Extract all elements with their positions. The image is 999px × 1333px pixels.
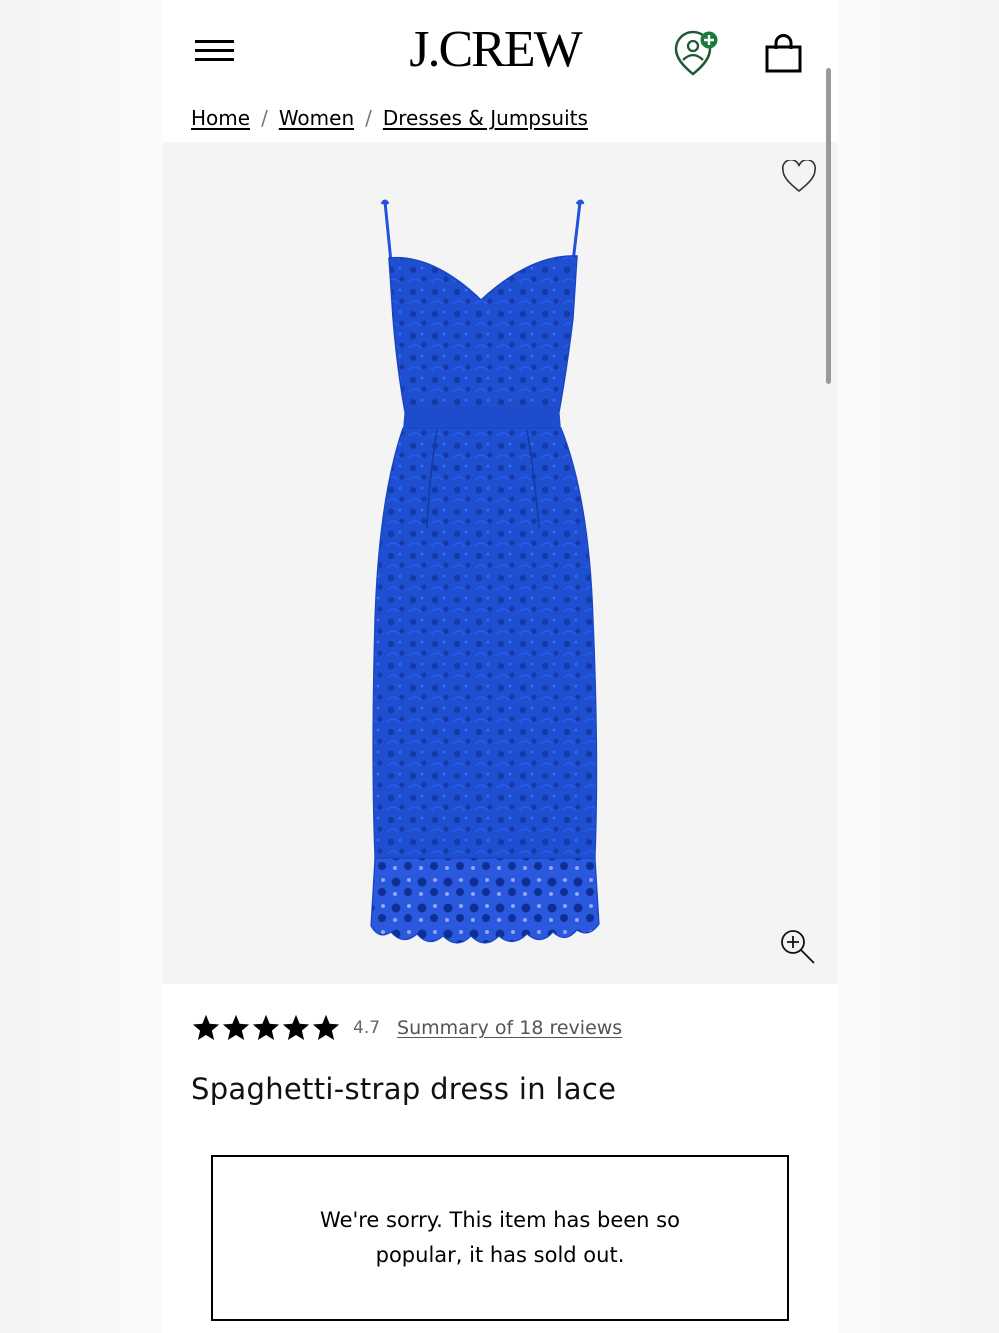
brand-logo[interactable]: J.CREW — [399, 22, 591, 78]
star-icon — [282, 1014, 310, 1040]
reviews-summary-link[interactable]: Summary of 18 reviews — [397, 1017, 622, 1039]
page-scrollbar[interactable] — [826, 68, 831, 384]
product-image-blue-lace-dress[interactable] — [363, 198, 633, 958]
shopping-bag-icon[interactable] — [765, 34, 803, 74]
product-title: Spaghetti-strap dress in lace — [191, 1072, 617, 1106]
sold-out-message: We're sorry. This item has been so popul… — [320, 1208, 680, 1267]
reviews-summary: 4.7 Summary of 18 reviews — [191, 1010, 622, 1046]
product-image-gallery[interactable] — [163, 142, 837, 984]
star-icon — [312, 1014, 340, 1040]
breadcrumb-home[interactable]: Home — [191, 106, 250, 130]
breadcrumb: Home / Women / Dresses & Jumpsuits — [191, 104, 588, 132]
breadcrumb-dresses-jumpsuits[interactable]: Dresses & Jumpsuits — [383, 106, 588, 130]
star-icon — [222, 1014, 250, 1040]
site-header: J.CREW — [163, 0, 837, 100]
breadcrumb-separator: / — [261, 106, 268, 130]
background-left — [0, 0, 163, 1333]
zoom-in-icon[interactable] — [779, 928, 817, 966]
sold-out-notice: We're sorry. This item has been so popul… — [211, 1155, 789, 1321]
star-icon — [192, 1014, 220, 1040]
star-rating — [191, 1013, 341, 1043]
breadcrumb-women[interactable]: Women — [279, 106, 354, 130]
account-rewards-icon[interactable] — [673, 30, 721, 80]
wishlist-heart-icon[interactable] — [781, 158, 817, 194]
hamburger-menu-icon[interactable] — [195, 36, 235, 64]
product-page: J.CREW Home / Women / Dresses & Jumpsuit… — [163, 0, 837, 1333]
star-icon — [252, 1014, 280, 1040]
rating-value: 4.7 — [353, 1018, 381, 1038]
breadcrumb-separator: / — [365, 106, 372, 130]
background-right — [837, 0, 999, 1333]
